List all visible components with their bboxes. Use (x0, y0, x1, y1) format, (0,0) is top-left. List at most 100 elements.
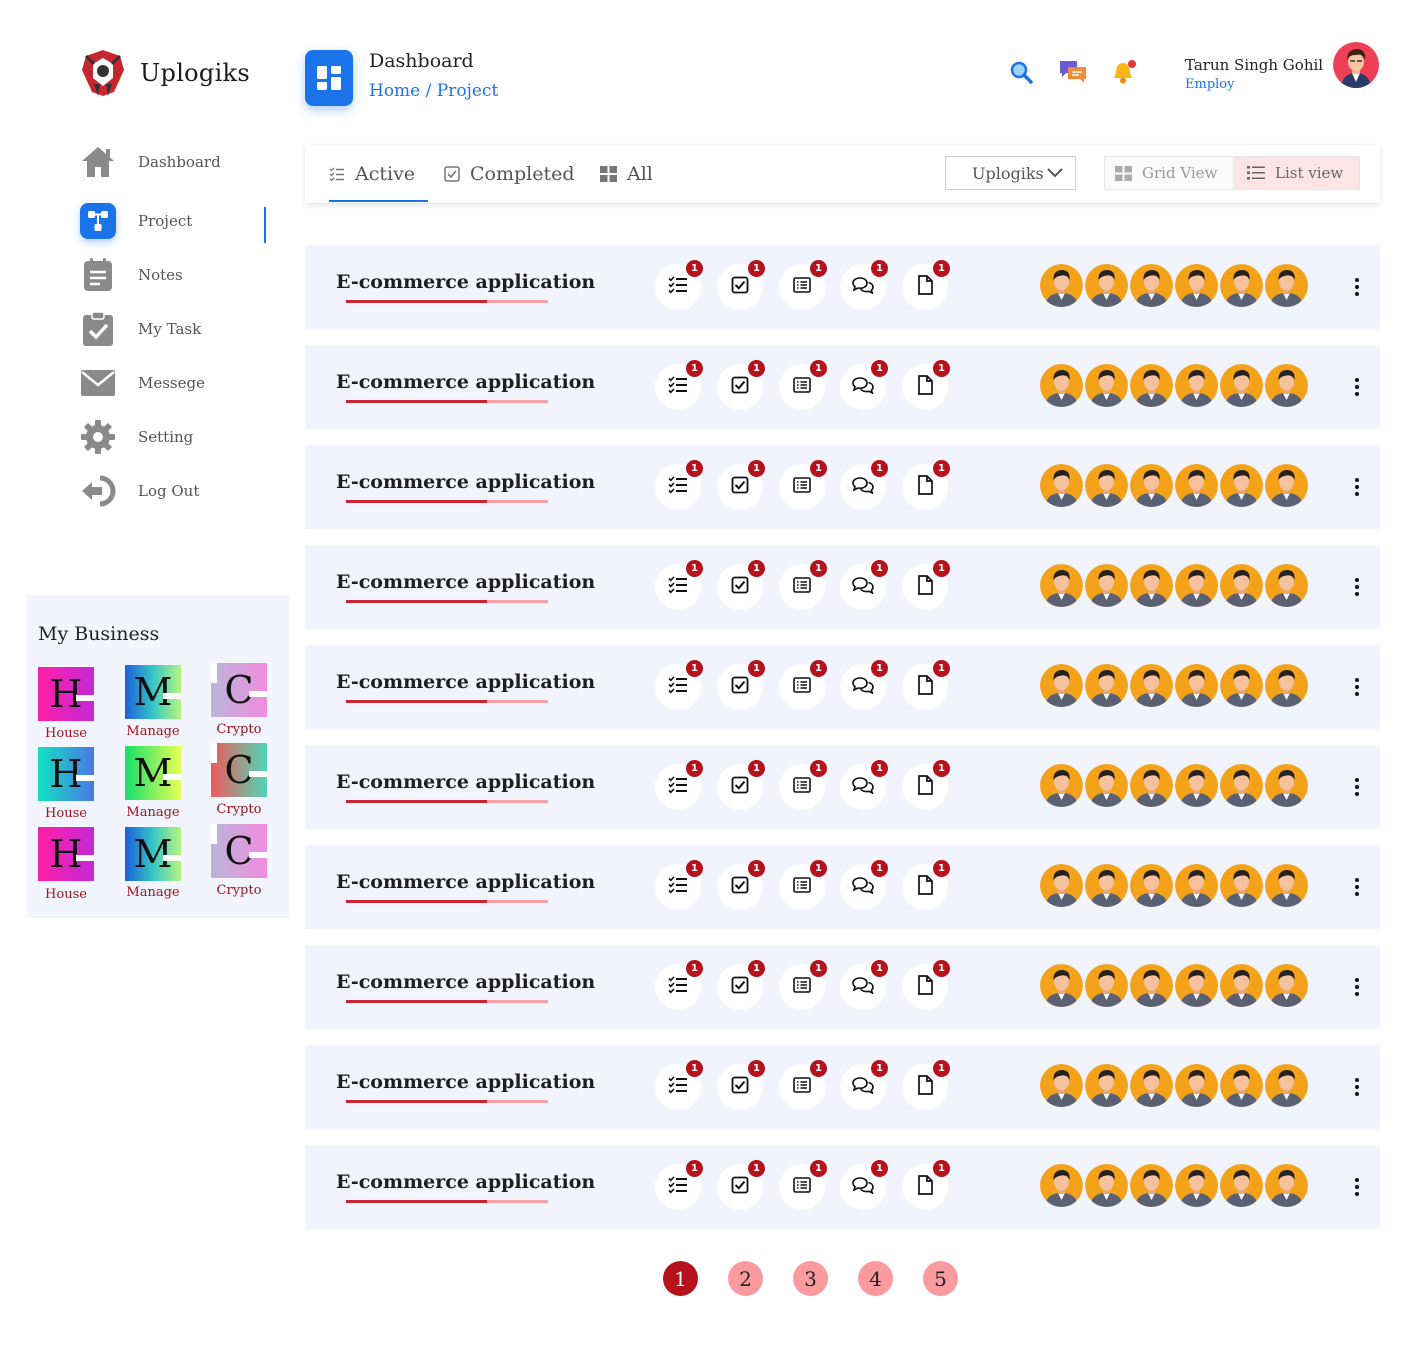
business-tile-manage[interactable]: M (125, 827, 181, 881)
checkbox-button[interactable]: 1 (717, 660, 765, 710)
checkbox-button[interactable]: 1 (717, 1060, 765, 1110)
avatar[interactable] (1220, 964, 1263, 1007)
avatar[interactable] (1265, 964, 1308, 1007)
avatar[interactable] (1175, 1164, 1218, 1207)
project-row[interactable]: E-commerce application 1 1 1 1 1 (305, 245, 1380, 329)
more-options-icon[interactable] (1345, 1075, 1369, 1099)
business-tile-manage[interactable]: M (125, 665, 181, 719)
file-button[interactable]: 1 (902, 1160, 950, 1210)
notifications-button[interactable] (1111, 58, 1139, 86)
checkbox-button[interactable]: 1 (717, 460, 765, 510)
project-name[interactable]: E-commerce application (336, 1171, 595, 1193)
task-list-button[interactable]: 1 (655, 460, 703, 510)
avatar[interactable] (1265, 764, 1308, 807)
project-name[interactable]: E-commerce application (336, 371, 595, 393)
page-button-4[interactable]: 4 (858, 1261, 893, 1296)
project-name[interactable]: E-commerce application (336, 571, 595, 593)
business-tile-manage[interactable]: M (125, 746, 181, 800)
project-row[interactable]: E-commerce application 1 1 1 1 1 (305, 545, 1380, 629)
project-name[interactable]: E-commerce application (336, 1071, 595, 1093)
avatar[interactable] (1220, 464, 1263, 507)
tab-completed[interactable]: Completed (444, 159, 575, 189)
avatar[interactable] (1085, 464, 1128, 507)
file-button[interactable]: 1 (902, 460, 950, 510)
task-list-button[interactable]: 1 (655, 1160, 703, 1210)
project-name[interactable]: E-commerce application (336, 871, 595, 893)
comments-button[interactable]: 1 (840, 860, 888, 910)
list-button[interactable]: 1 (779, 260, 827, 310)
tab-all[interactable]: All (600, 159, 653, 189)
avatar[interactable] (1040, 464, 1083, 507)
project-name[interactable]: E-commerce application (336, 471, 595, 493)
avatar[interactable] (1265, 664, 1308, 707)
breadcrumb-home[interactable]: Home (369, 81, 420, 101)
comments-button[interactable]: 1 (840, 460, 888, 510)
avatar[interactable] (1175, 564, 1218, 607)
file-button[interactable]: 1 (902, 860, 950, 910)
file-button[interactable]: 1 (902, 960, 950, 1010)
search-button[interactable] (1007, 58, 1035, 86)
comments-button[interactable]: 1 (840, 260, 888, 310)
business-tile-house[interactable]: H (38, 827, 94, 881)
avatar[interactable] (1040, 564, 1083, 607)
checkbox-button[interactable]: 1 (717, 1160, 765, 1210)
avatar[interactable] (1130, 464, 1173, 507)
page-button-5[interactable]: 5 (923, 1261, 958, 1296)
avatar[interactable] (1220, 664, 1263, 707)
avatar[interactable] (1085, 1064, 1128, 1107)
sidebar-item-project[interactable]: Project (80, 201, 270, 241)
task-list-button[interactable]: 1 (655, 960, 703, 1010)
more-options-icon[interactable] (1345, 875, 1369, 899)
list-view-button[interactable]: List view (1233, 157, 1359, 189)
list-button[interactable]: 1 (779, 460, 827, 510)
avatar[interactable] (1130, 1064, 1173, 1107)
task-list-button[interactable]: 1 (655, 260, 703, 310)
avatar[interactable] (1085, 564, 1128, 607)
avatar[interactable] (1040, 1164, 1083, 1207)
more-options-icon[interactable] (1345, 675, 1369, 699)
comments-button[interactable]: 1 (840, 1160, 888, 1210)
avatar[interactable] (1265, 264, 1308, 307)
sidebar-item-messege[interactable]: Messege (80, 363, 270, 403)
avatar[interactable] (1265, 864, 1308, 907)
more-options-icon[interactable] (1345, 975, 1369, 999)
avatar[interactable] (1265, 564, 1308, 607)
avatar[interactable] (1130, 1164, 1173, 1207)
avatar[interactable] (1085, 364, 1128, 407)
checkbox-button[interactable]: 1 (717, 560, 765, 610)
business-tile-crypto[interactable]: C (211, 824, 267, 878)
avatar[interactable] (1130, 964, 1173, 1007)
file-button[interactable]: 1 (902, 360, 950, 410)
task-list-button[interactable]: 1 (655, 860, 703, 910)
avatar[interactable] (1175, 264, 1218, 307)
avatar[interactable] (1085, 764, 1128, 807)
checkbox-button[interactable]: 1 (717, 960, 765, 1010)
task-list-button[interactable]: 1 (655, 760, 703, 810)
file-button[interactable]: 1 (902, 660, 950, 710)
avatar[interactable] (1220, 364, 1263, 407)
avatar[interactable] (1175, 364, 1218, 407)
list-button[interactable]: 1 (779, 360, 827, 410)
comments-button[interactable]: 1 (840, 1060, 888, 1110)
checkbox-button[interactable]: 1 (717, 760, 765, 810)
avatar[interactable] (1220, 1164, 1263, 1207)
file-button[interactable]: 1 (902, 560, 950, 610)
file-button[interactable]: 1 (902, 1060, 950, 1110)
file-button[interactable]: 1 (902, 260, 950, 310)
comments-button[interactable]: 1 (840, 660, 888, 710)
brand[interactable]: Uplogiks (80, 48, 250, 98)
checkbox-button[interactable]: 1 (717, 360, 765, 410)
project-row[interactable]: E-commerce application 1 1 1 1 1 (305, 1145, 1380, 1229)
avatar[interactable] (1220, 564, 1263, 607)
more-options-icon[interactable] (1345, 275, 1369, 299)
avatar[interactable] (1130, 564, 1173, 607)
sidebar-item-notes[interactable]: Notes (80, 255, 270, 295)
avatar[interactable] (1175, 964, 1218, 1007)
avatar[interactable] (1333, 42, 1379, 88)
project-name[interactable]: E-commerce application (336, 771, 595, 793)
grid-view-button[interactable]: Grid View (1105, 157, 1233, 189)
sidebar-item-log-out[interactable]: Log Out (80, 471, 270, 511)
avatar[interactable] (1040, 864, 1083, 907)
list-button[interactable]: 1 (779, 760, 827, 810)
list-button[interactable]: 1 (779, 1060, 827, 1110)
